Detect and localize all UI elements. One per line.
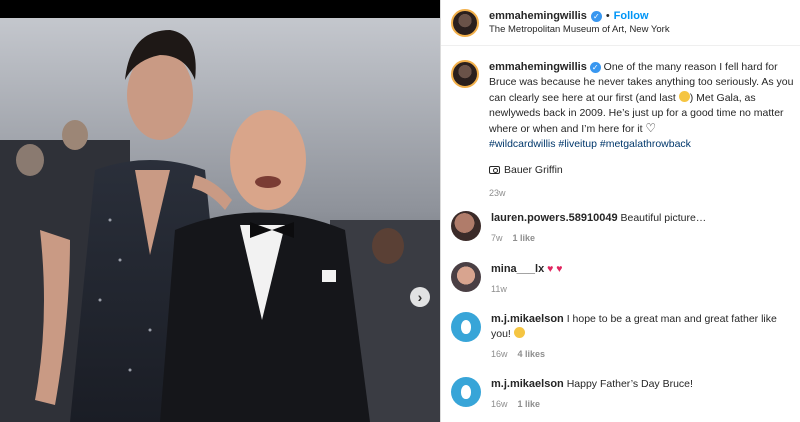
post-location[interactable]: The Metropolitan Museum of Art, New York bbox=[489, 24, 670, 35]
comment-time: 16w bbox=[491, 349, 508, 359]
post-header: emmahemingwillis ✓ • Follow The Metropol… bbox=[441, 0, 800, 46]
commenter-avatar[interactable] bbox=[451, 377, 481, 407]
author-username[interactable]: emmahemingwillis bbox=[489, 10, 587, 22]
water-drop-icon bbox=[461, 385, 471, 399]
commenter-username[interactable]: m.j.mikaelson bbox=[491, 313, 564, 325]
separator-dot: • bbox=[605, 10, 610, 22]
next-photo-button[interactable]: › bbox=[410, 287, 430, 307]
commenter-username[interactable]: lauren.powers.58910049 bbox=[491, 212, 618, 224]
instagram-post-view: › emmahemingwillis ✓ • Follow The Metrop… bbox=[0, 0, 800, 422]
post-side-panel: emmahemingwillis ✓ • Follow The Metropol… bbox=[440, 0, 800, 422]
verified-badge-icon: ✓ bbox=[589, 62, 601, 74]
smile-emoji-icon bbox=[513, 327, 525, 338]
comment-text: Happy Father’s Day Bruce! bbox=[566, 378, 693, 390]
camera-emoji-icon bbox=[489, 166, 500, 174]
commenter-avatar[interactable] bbox=[451, 312, 481, 342]
post-time: 23w bbox=[489, 188, 506, 199]
commenter-username[interactable]: mina___lx bbox=[491, 263, 544, 275]
follow-button[interactable]: Follow bbox=[614, 10, 649, 22]
comment-time: 16w bbox=[491, 399, 508, 409]
photo-illustration bbox=[0, 0, 440, 422]
red-heart-emoji-icon: ♥ ♥ bbox=[547, 263, 563, 275]
caption-author-avatar[interactable] bbox=[451, 60, 479, 88]
water-drop-icon bbox=[461, 320, 471, 334]
comment-time: 7w bbox=[491, 233, 503, 243]
comment-likes[interactable]: 1 like bbox=[513, 231, 536, 246]
comment-likes[interactable]: 1 like bbox=[518, 397, 541, 412]
laughing-emoji-icon bbox=[678, 90, 690, 102]
chevron-right-icon: › bbox=[417, 289, 423, 305]
commenter-avatar[interactable] bbox=[451, 211, 481, 241]
comment-text: Beautiful picture… bbox=[620, 212, 707, 224]
white-heart-emoji-icon: ♡ bbox=[645, 121, 657, 136]
commenter-avatar[interactable] bbox=[451, 262, 481, 292]
commenter-username[interactable]: m.j.mikaelson bbox=[491, 378, 564, 390]
comment-item: m.j.mikaelson I hope to be a great man a… bbox=[451, 312, 796, 362]
photo-credit: Bauer Griffin bbox=[489, 163, 794, 178]
caption-hashtags[interactable]: #wildcardwillis #liveitup #metgalathrowb… bbox=[489, 137, 794, 152]
verified-badge-icon: ✓ bbox=[590, 10, 602, 22]
post-caption: emmahemingwillis ✓ One of the many reaso… bbox=[451, 60, 796, 201]
author-avatar[interactable] bbox=[451, 8, 479, 37]
photo-credit-text: Bauer Griffin bbox=[504, 163, 563, 176]
photo-top-bar bbox=[0, 0, 440, 18]
comment-item: lauren.powers.58910049 Beautiful picture… bbox=[451, 211, 796, 246]
comment-item: m.j.mikaelson Happy Father’s Day Bruce! … bbox=[451, 377, 796, 412]
comment-item: mina___lx ♥ ♥ 11w bbox=[451, 262, 796, 297]
post-photo: › bbox=[0, 0, 440, 422]
comment-likes[interactable]: 4 likes bbox=[518, 347, 546, 362]
caption-username[interactable]: emmahemingwillis bbox=[489, 61, 587, 73]
comment-time: 11w bbox=[491, 284, 507, 294]
